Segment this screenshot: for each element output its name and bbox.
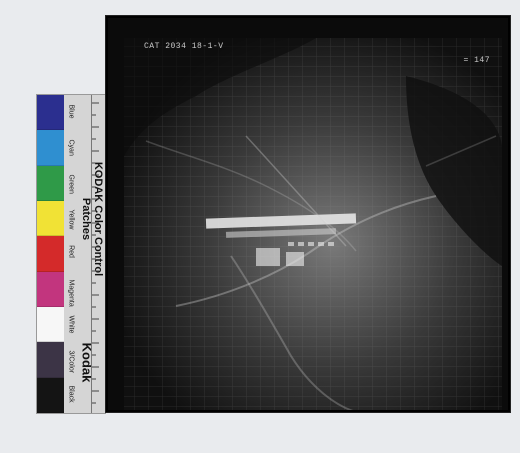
color-patch-black bbox=[37, 377, 64, 413]
ruler-ticks bbox=[92, 102, 99, 404]
patch-label-blue: Blue bbox=[67, 104, 75, 119]
patch-label-white: White bbox=[67, 315, 75, 334]
color-patch-red bbox=[37, 236, 64, 272]
color-patch-3color bbox=[37, 342, 64, 378]
patch-label-magenta: Magenta bbox=[67, 279, 75, 307]
patch-label-cyan: Cyan bbox=[67, 139, 75, 156]
patch-label-black: Black bbox=[67, 385, 75, 403]
patch-label-red: Red bbox=[67, 245, 75, 258]
ruler-scale bbox=[91, 95, 106, 413]
patch-label-3color: 3/Color bbox=[67, 350, 75, 374]
color-patches bbox=[37, 95, 64, 413]
scanned-aerial-photo-page: Blue Cyan Green Yellow Red Magenta White… bbox=[0, 0, 520, 445]
color-patch-green bbox=[37, 165, 64, 201]
kodak-color-control-strip: Blue Cyan Green Yellow Red Magenta White… bbox=[36, 94, 106, 414]
photo-annotation-top-right: = 147 bbox=[463, 56, 490, 65]
color-patch-magenta bbox=[37, 271, 64, 307]
color-patch-cyan bbox=[37, 130, 64, 166]
patch-label-yellow: Yellow bbox=[67, 209, 75, 230]
patch-label-green: Green bbox=[67, 174, 75, 194]
aerial-photograph: CAT 2034 18-1-V = 147 bbox=[106, 16, 510, 412]
color-patch-blue bbox=[37, 95, 64, 131]
color-patch-yellow bbox=[37, 200, 64, 237]
color-patch-white bbox=[37, 306, 64, 343]
aerial-photo-artwork bbox=[106, 16, 510, 412]
photo-annotation-top-left: CAT 2034 18-1-V bbox=[144, 42, 224, 51]
